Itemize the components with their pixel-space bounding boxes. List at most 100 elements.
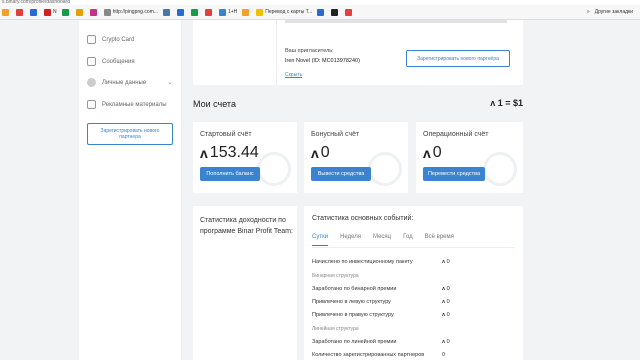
stat-value: ʌ 0 bbox=[442, 286, 450, 292]
bookmark-item[interactable] bbox=[30, 8, 39, 16]
bookmark-item[interactable] bbox=[162, 8, 172, 16]
stat-row: Заработано по бинарной премии ʌ 0 bbox=[312, 286, 462, 292]
stat-label: Начислено по инвестиционному пакету bbox=[312, 259, 413, 265]
currency-logo-icon: ʌ bbox=[423, 145, 431, 161]
bookmarks-more-icon[interactable]: » bbox=[587, 9, 590, 15]
bookmark-item[interactable] bbox=[75, 8, 85, 16]
sidebar-item-ad-materials[interactable]: Рекламные материалы bbox=[87, 100, 167, 109]
bookmark-item[interactable] bbox=[176, 8, 186, 16]
hide-link[interactable]: Скрыть bbox=[285, 72, 302, 78]
bookmark-item[interactable] bbox=[89, 8, 99, 16]
register-new-partner-button[interactable]: Зарегистрировать нового партнёра bbox=[406, 50, 510, 67]
bookmark-item[interactable] bbox=[2, 8, 11, 16]
bookmark-label: http://pingpng.com... bbox=[112, 9, 158, 15]
bookmark-favicon-icon bbox=[61, 8, 69, 16]
tab-month[interactable]: Месяц bbox=[373, 234, 391, 246]
bookmark-item[interactable] bbox=[190, 8, 200, 16]
sidebar-item-messages[interactable]: Сообщения bbox=[87, 57, 135, 66]
bookmark-favicon-icon bbox=[89, 8, 97, 16]
account-card-bonus: Бонусный счёт ʌ 0 Вывести средства bbox=[304, 122, 408, 193]
tab-year[interactable]: Год bbox=[403, 234, 413, 246]
bookmark-item[interactable] bbox=[61, 8, 71, 16]
profit-stats-title: Статистика доходности по программе Binar… bbox=[200, 217, 293, 235]
bookmark-favicon-icon bbox=[256, 8, 264, 16]
stat-label: Привлечено в правую структуру bbox=[312, 312, 394, 318]
section-label: Бинарная структура bbox=[312, 273, 359, 279]
bookmark-item[interactable]: Перевод с карты T... bbox=[256, 8, 313, 16]
sidebar-item-label: Рекламные материалы bbox=[102, 101, 167, 108]
bookmark-favicon-icon bbox=[103, 8, 111, 16]
sidebar-item-crypto-card[interactable]: Crypto Card bbox=[87, 35, 134, 44]
sidebar: Crypto Card Сообщения Личные данные ⌄ Ре… bbox=[79, 20, 182, 360]
account-card-operational: Операционный счёт ʌ 0 Перевести средства bbox=[416, 122, 523, 193]
transfer-button[interactable]: Перевести средства bbox=[423, 167, 485, 181]
bookmark-favicon-icon bbox=[331, 8, 339, 16]
tab-week[interactable]: Неделя bbox=[340, 234, 361, 246]
bookmark-favicon-icon bbox=[242, 8, 250, 16]
sidebar-item-label: Crypto Card bbox=[102, 36, 135, 43]
bookmark-item[interactable]: N bbox=[44, 8, 57, 16]
stat-value: ʌ 0 bbox=[442, 299, 450, 305]
top-up-button[interactable]: Пополнить баланс bbox=[200, 167, 260, 181]
bookmark-item[interactable] bbox=[317, 8, 326, 16]
bookmark-favicon-icon bbox=[162, 8, 170, 16]
bookmark-item[interactable]: http://pingpng.com... bbox=[103, 8, 158, 16]
referral-link-field bbox=[285, 20, 507, 23]
account-title: Бонусный счёт bbox=[311, 131, 360, 138]
tab-all-time[interactable]: Всё время bbox=[425, 234, 454, 246]
watermark-icon bbox=[257, 152, 291, 186]
stat-row: Привлечено в левую структуру ʌ 0 bbox=[312, 299, 462, 305]
currency-logo-icon: ʌ bbox=[490, 98, 496, 108]
sidebar-item-label: Личные данные bbox=[102, 79, 147, 86]
events-stats-title: Статистика основных событий: bbox=[312, 215, 414, 222]
tab-day[interactable]: Сутки bbox=[312, 234, 329, 246]
referral-card: Ваш пригласитель: Iren Novel (ID: MC0139… bbox=[193, 20, 523, 85]
message-icon bbox=[87, 57, 96, 66]
bookmark-favicon-icon bbox=[44, 8, 51, 16]
account-balance: ʌ 0 bbox=[311, 144, 330, 162]
account-balance: ʌ 153.44 bbox=[200, 144, 259, 162]
section-label: Линейная структура bbox=[312, 326, 359, 332]
bookmark-item[interactable] bbox=[345, 8, 354, 16]
bookmark-favicon-icon bbox=[30, 8, 37, 16]
stat-label: Привлечено в левую структуру bbox=[312, 299, 391, 305]
watermark-icon bbox=[483, 152, 517, 186]
bookmark-favicon-icon bbox=[218, 8, 226, 16]
bookmark-favicon-icon bbox=[317, 8, 325, 16]
bookmark-label: Перевод с карты T... bbox=[265, 9, 313, 15]
tabs-divider bbox=[312, 247, 515, 248]
bookmark-favicon-icon bbox=[75, 8, 83, 16]
bookmark-favicon-icon bbox=[204, 8, 212, 16]
account-balance-value: 153.44 bbox=[209, 144, 259, 161]
bookmark-item[interactable] bbox=[331, 8, 340, 16]
stat-label: Количество зарегистрированных партнеров bbox=[312, 352, 425, 358]
bookmark-label: N bbox=[53, 9, 57, 15]
currency-logo-icon: ʌ bbox=[200, 145, 208, 161]
events-stats-card: Статистика основных событий: Сутки Недел… bbox=[304, 206, 523, 360]
bookmark-favicon-icon bbox=[2, 8, 9, 16]
bookmark-item[interactable] bbox=[16, 8, 25, 16]
account-title: Операционный счёт bbox=[423, 131, 489, 138]
currency-logo-icon: ʌ bbox=[311, 145, 319, 161]
watermark-icon bbox=[368, 152, 402, 186]
account-balance: ʌ 0 bbox=[423, 144, 442, 162]
sidebar-item-label: Сообщения bbox=[102, 58, 135, 65]
stat-value: 0 bbox=[442, 352, 446, 358]
bookmarks-bar: Nhttp://pingpng.com... 1+H Перевод с карты… bbox=[0, 5, 640, 20]
bookmark-item[interactable]: 1+H bbox=[218, 8, 238, 16]
bookmark-favicon-icon bbox=[16, 8, 23, 16]
stat-label: Заработано по линейной премии bbox=[312, 339, 397, 345]
account-balance-value: 0 bbox=[432, 144, 442, 161]
withdraw-button[interactable]: Вывести средства bbox=[311, 167, 371, 181]
other-bookmarks-folder[interactable]: Другие закладки bbox=[595, 9, 633, 15]
chevron-down-icon[interactable]: ⌄ bbox=[167, 78, 173, 86]
sidebar-item-personal-data[interactable]: Личные данные bbox=[87, 78, 146, 87]
profit-stats-card: Статистика доходности по программе Binar… bbox=[193, 206, 297, 360]
bookmark-item[interactable] bbox=[242, 8, 251, 16]
register-partner-button[interactable]: Зарегистрировать нового партнера bbox=[87, 123, 173, 145]
bookmark-label: 1+H bbox=[227, 9, 238, 15]
stat-row: Количество зарегистрированных партнеров … bbox=[312, 352, 462, 358]
referral-value: Iren Novel (ID: MC013978240) bbox=[285, 58, 360, 64]
bookmark-item[interactable] bbox=[204, 8, 214, 16]
stat-label: Заработано по бинарной премии bbox=[312, 286, 397, 292]
